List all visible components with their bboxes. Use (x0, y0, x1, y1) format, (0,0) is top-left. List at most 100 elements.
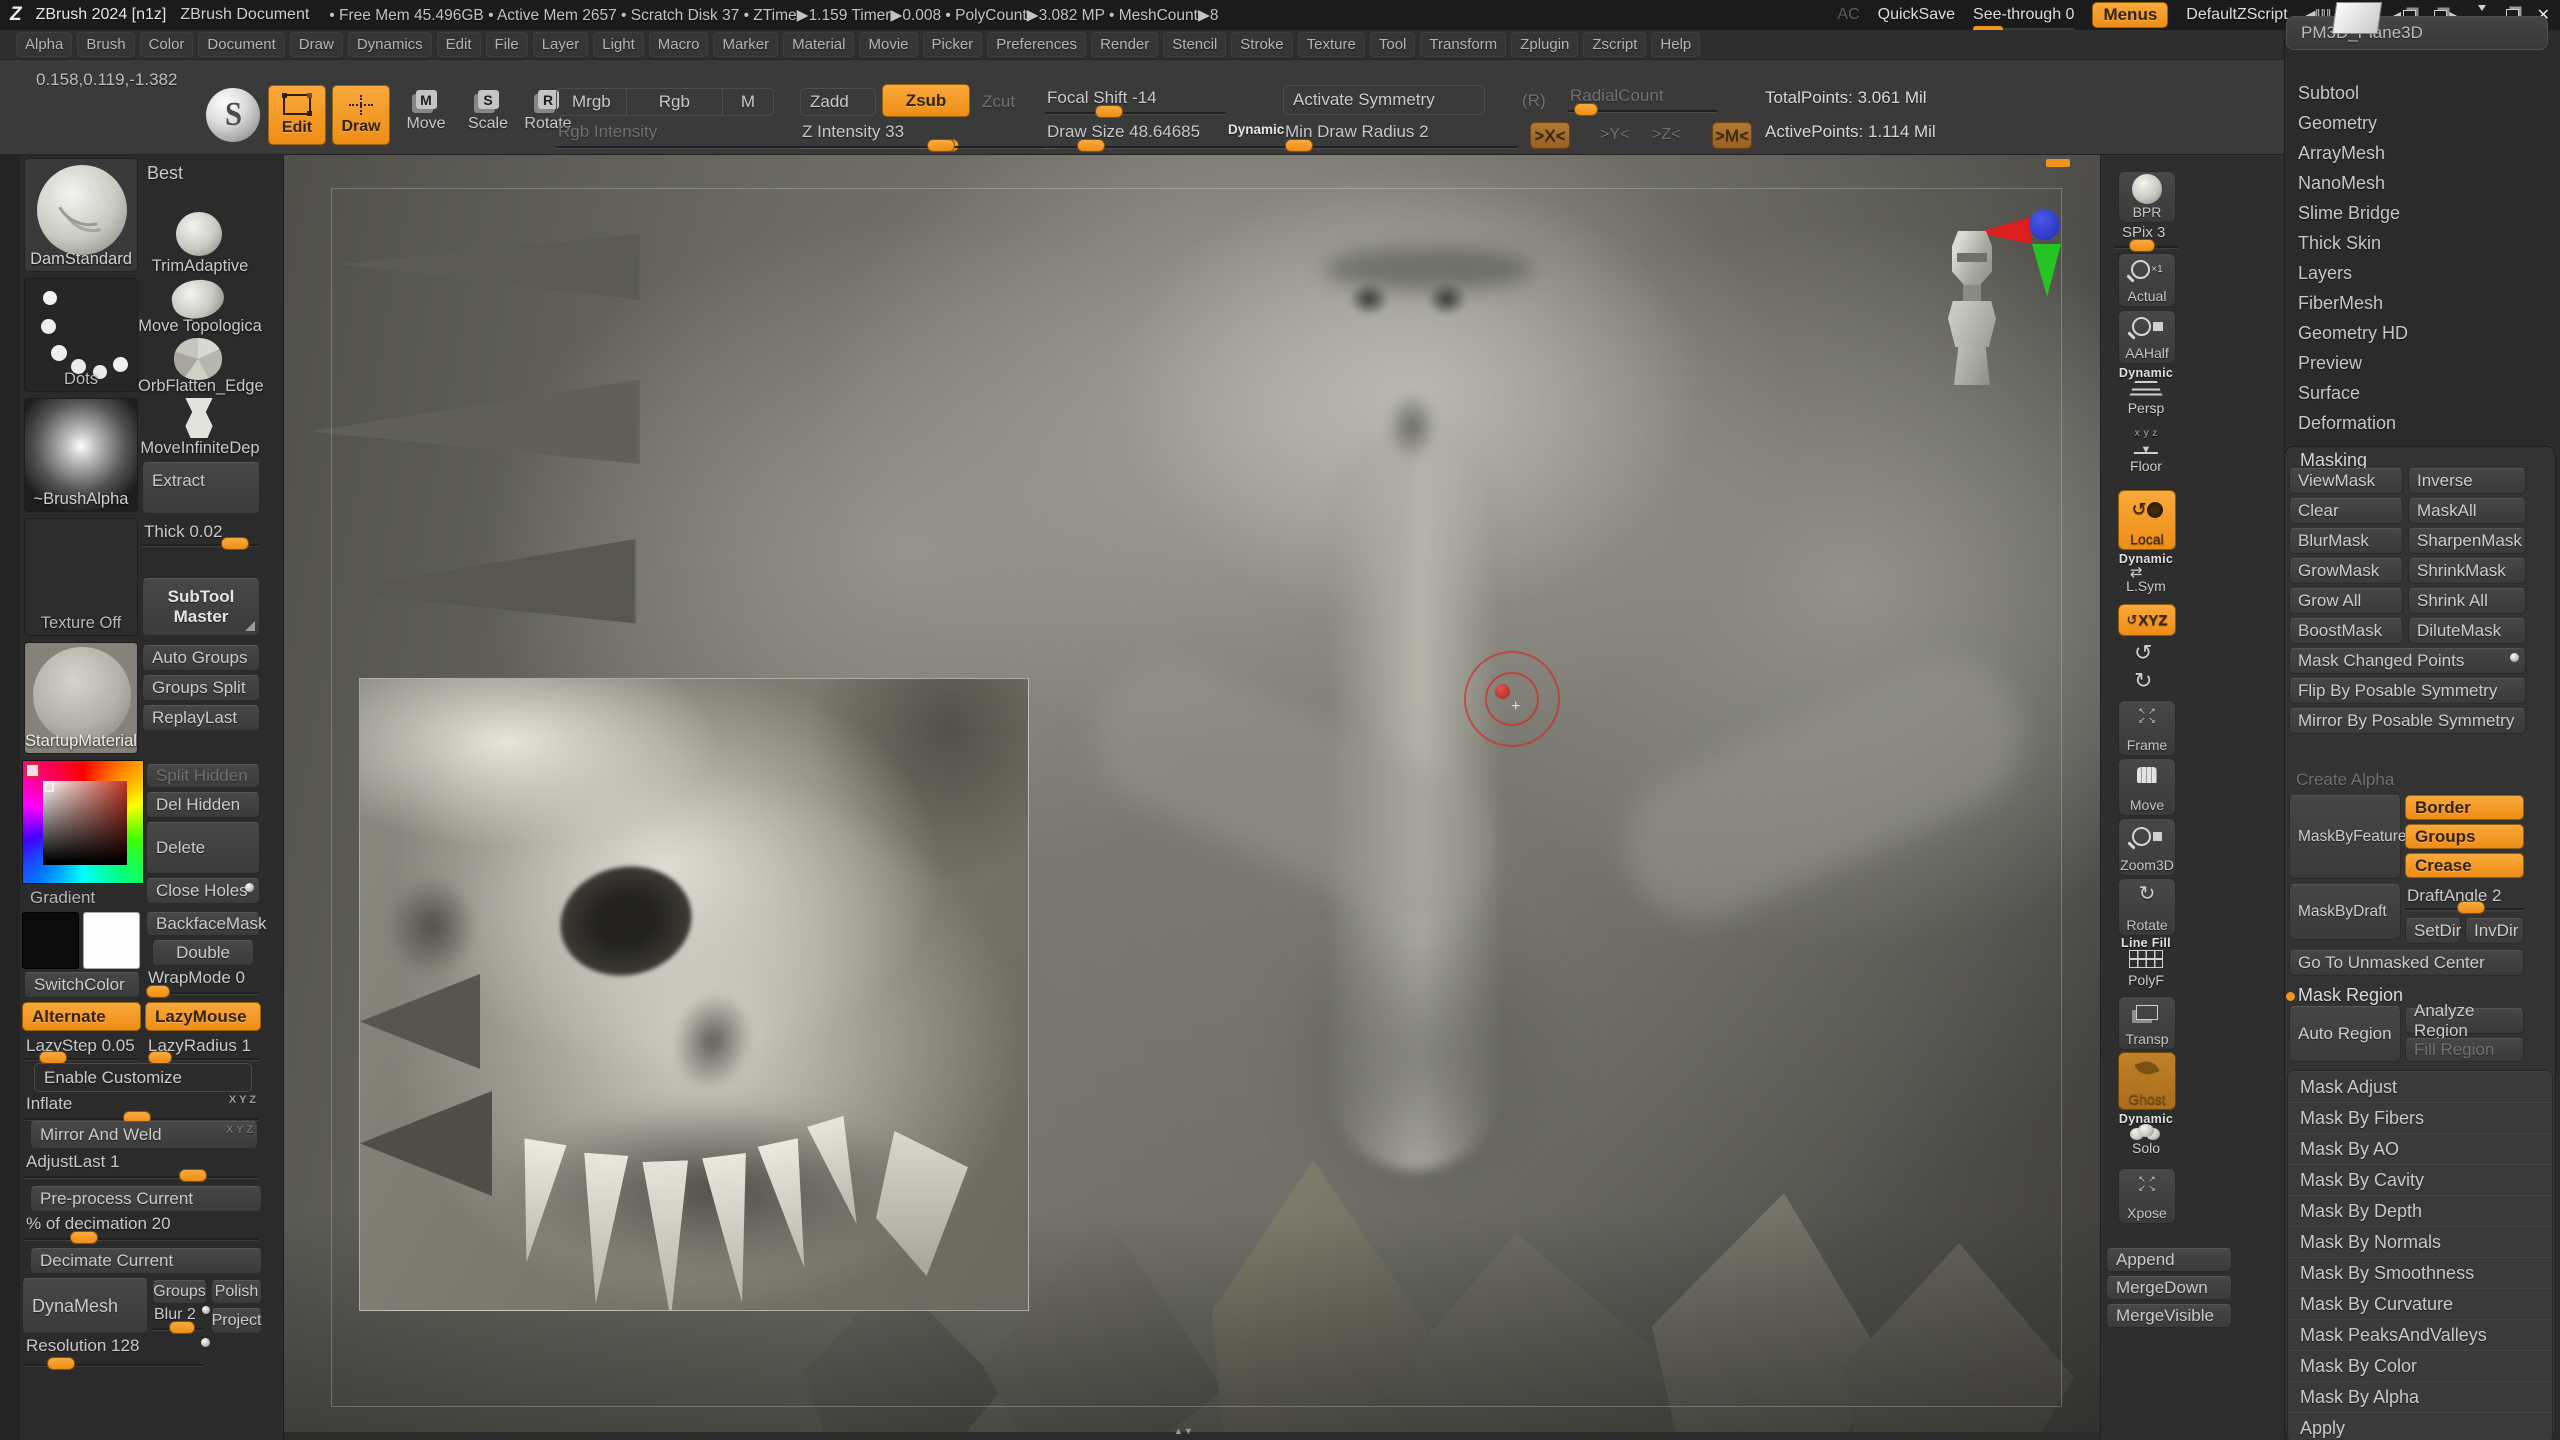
mirror-posable-symmetry-button[interactable]: Mirror By Posable Symmetry (2289, 708, 2526, 734)
mask-feature-groups-button[interactable]: Groups (2405, 824, 2524, 849)
tool-section-item[interactable]: Slime Bridge (2284, 198, 2560, 228)
sv-cursor[interactable] (43, 781, 54, 792)
actual-button[interactable]: ×1 Actual (2118, 253, 2176, 307)
backface-mask-button[interactable]: BackfaceMask (146, 912, 260, 936)
sv-square[interactable] (43, 781, 127, 865)
menu-item[interactable]: Transform (1420, 32, 1506, 57)
mask-by-row[interactable]: Mask By Curvature (2288, 1288, 2552, 1319)
z-intensity-slider[interactable]: Z Intensity 33 (800, 122, 1055, 152)
floor-icon[interactable]: ▼ (2134, 440, 2158, 454)
brush-orb-flatten[interactable]: OrbFlatten_Edge (138, 338, 262, 396)
zoom3d-button[interactable]: Zoom3D (2118, 818, 2176, 876)
color-picker[interactable] (22, 760, 144, 884)
mask-by-feature-button[interactable]: MaskByFeature (2289, 795, 2401, 879)
thick-slider[interactable]: Thick 0.02 (142, 522, 260, 550)
mask-feature-crease-button[interactable]: Crease (2405, 853, 2524, 878)
mask-grid-button[interactable]: ShrinkMask (2408, 558, 2526, 584)
floor-button[interactable]: Floor (2100, 458, 2192, 474)
frame-button[interactable]: ↖ ↗↙ ↘ Frame (2118, 700, 2176, 756)
set-dir-button[interactable]: SetDir (2405, 918, 2461, 944)
polish-button[interactable]: Polish (211, 1280, 262, 1304)
xpose-button[interactable]: ↖ ↗↙ ↘ Xpose (2118, 1168, 2176, 1224)
lazy-mouse-button[interactable]: LazyMouse (145, 1002, 261, 1031)
bpr-button[interactable]: BPR (2118, 171, 2176, 223)
flip-posable-symmetry-button[interactable]: Flip By Posable Symmetry (2289, 678, 2526, 704)
rotate-y-icon[interactable]: ↺ (2134, 640, 2152, 666)
wrap-mode-slider[interactable]: WrapMode 0 (146, 968, 260, 998)
tool-section-item[interactable]: Preview (2284, 348, 2560, 378)
polyframe-icon[interactable] (2129, 950, 2163, 968)
extract-button[interactable]: Extract (142, 462, 260, 514)
tool-section-item[interactable]: Deformation (2284, 408, 2560, 438)
decimation-slider[interactable]: % of decimation 20 (24, 1214, 258, 1244)
min-draw-radius-slider[interactable]: Min Draw Radius 2 (1283, 122, 1518, 152)
mask-by-row[interactable]: Mask By Alpha (2288, 1381, 2552, 1412)
preprocess-current-button[interactable]: Pre-process Current (30, 1186, 262, 1212)
radial-count-slider[interactable]: RadialCount (1568, 86, 1718, 116)
menu-item[interactable]: Draw (290, 32, 343, 57)
mask-grid-button[interactable]: GrowMask (2289, 558, 2403, 584)
mask-feature-border-button[interactable]: Border (2405, 795, 2524, 820)
analyze-region-button[interactable]: Analyze Region (2405, 1008, 2524, 1034)
groups-split-button[interactable]: Groups Split (142, 675, 260, 701)
solo-button[interactable]: Solo (2100, 1140, 2192, 1156)
current-tool-header[interactable]: PM3D_Plane3D (2286, 16, 2548, 50)
tool-section-item[interactable]: ArrayMesh (2284, 138, 2560, 168)
rotate-3d-button[interactable]: ↻ Rotate (2118, 878, 2176, 936)
menu-item[interactable]: Material (783, 32, 854, 57)
zsub-button[interactable]: Zsub (882, 84, 970, 117)
brush-move-topological[interactable]: Move Topologica (138, 280, 262, 336)
inv-dir-button[interactable]: InvDir (2465, 918, 2524, 944)
quicksave-button[interactable]: QuickSave (1878, 6, 1955, 24)
tool-section-item[interactable]: Thick Skin (2284, 228, 2560, 258)
lsym-button[interactable]: L.Sym (2100, 578, 2192, 594)
lazy-radius-slider[interactable]: LazyRadius 1 (146, 1036, 260, 1064)
mask-grid-button[interactable]: DiluteMask (2408, 618, 2526, 644)
mask-grid-button[interactable]: ViewMask (2289, 468, 2403, 494)
mask-grid-button[interactable]: BoostMask (2289, 618, 2403, 644)
mask-region-header[interactable]: Mask Region (2298, 985, 2403, 1006)
symmetry-m-button[interactable]: >M< (1712, 122, 1752, 149)
zadd-button[interactable]: Zadd (800, 88, 876, 116)
menu-item[interactable]: File (486, 32, 528, 57)
lazy-step-slider[interactable]: LazyStep 0.05 (24, 1036, 138, 1064)
startup-material-tile[interactable]: StartupMaterial (24, 642, 138, 754)
transp-button[interactable]: Transp (2118, 996, 2176, 1050)
sculpt-canvas[interactable]: + (284, 155, 2100, 1432)
close-holes-button[interactable]: Close Holes (146, 878, 260, 904)
project-button[interactable]: Project (211, 1308, 262, 1334)
draft-angle-slider[interactable]: DraftAngle 2 (2405, 886, 2524, 914)
enable-customize-button[interactable]: Enable Customize (34, 1063, 252, 1092)
axis-z-dot[interactable] (2029, 209, 2060, 240)
merge-visible-button[interactable]: MergeVisible (2106, 1304, 2232, 1328)
move-button[interactable]: M Move (400, 90, 452, 133)
auto-groups-button[interactable]: Auto Groups (142, 645, 260, 671)
split-hidden-button[interactable]: Split Hidden (146, 764, 260, 788)
spix-slider[interactable]: SPix 3 (2114, 224, 2178, 252)
mask-grid-button[interactable]: Inverse (2408, 468, 2526, 494)
mask-by-row[interactable]: Mask By Color (2288, 1350, 2552, 1381)
mask-grid-button[interactable]: MaskAll (2408, 498, 2526, 524)
m-button[interactable]: M (723, 89, 773, 115)
zcut-button[interactable]: Zcut (982, 92, 1015, 112)
menu-item[interactable]: Movie (859, 32, 917, 57)
append-button[interactable]: Append (2106, 1248, 2232, 1272)
inflate-slider[interactable]: Inflate X Y Z (24, 1094, 258, 1124)
menu-item[interactable]: Texture (1298, 32, 1365, 57)
brush-dots[interactable]: Dots (24, 278, 138, 392)
focal-shift-slider[interactable]: Focal Shift -14 (1045, 88, 1225, 118)
camera-head-gizmo[interactable] (1948, 225, 1998, 390)
auto-region-button[interactable]: Auto Region (2289, 1006, 2401, 1062)
mask-by-draft-button[interactable]: MaskByDraft (2289, 884, 2401, 940)
brush-trim-adaptive[interactable]: TrimAdaptive (140, 212, 260, 276)
goto-unmasked-center-button[interactable]: Go To Unmasked Center (2289, 950, 2524, 976)
divider-handle[interactable] (2046, 159, 2070, 167)
mask-changed-points-button[interactable]: Mask Changed Points (2289, 648, 2526, 674)
fill-region-button[interactable]: Fill Region (2405, 1038, 2524, 1062)
merge-down-button[interactable]: MergeDown (2106, 1276, 2232, 1300)
secondary-color-swatch[interactable] (83, 912, 140, 969)
mask-by-row[interactable]: Mask PeaksAndValleys (2288, 1319, 2552, 1350)
menu-item[interactable]: Render (1091, 32, 1158, 57)
inflate-xyz-badge[interactable]: X Y Z (229, 1094, 256, 1106)
replay-last-button[interactable]: ReplayLast (142, 705, 260, 731)
